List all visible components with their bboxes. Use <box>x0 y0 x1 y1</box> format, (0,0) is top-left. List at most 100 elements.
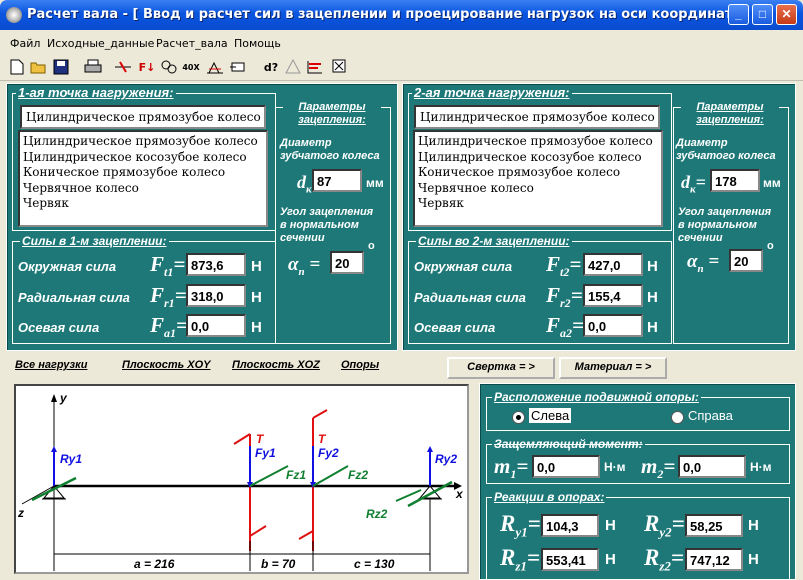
angle-label-2: Угол зацепления в нормальном сечении <box>678 206 772 244</box>
gear-type-combo-1[interactable]: Цилиндрическое прямозубое колесо <box>20 105 266 129</box>
menu-shaft-calc[interactable]: Расчет_вала <box>156 37 228 50</box>
mesh-params-1-title: Параметры зацепления: <box>283 101 381 127</box>
rz1-value[interactable]: 553,41 <box>541 548 599 571</box>
dimension-a: a = 216 <box>134 557 175 571</box>
axial-force-value-2[interactable]: 0,0 <box>583 314 643 337</box>
fz1-label: Fz1 <box>286 468 307 482</box>
list-item[interactable]: Червяк <box>23 196 263 212</box>
radio-right[interactable] <box>671 411 684 424</box>
force-unit: Н <box>251 258 262 275</box>
tab-supports[interactable]: Опоры <box>341 359 379 371</box>
chart-icon[interactable] <box>306 59 324 77</box>
radial-force-label-1: Радиальная сила <box>18 290 130 305</box>
gear-type-list-1[interactable]: Цилиндрическое прямозубое колесо Цилиндр… <box>18 130 268 227</box>
m2-input[interactable]: 0,0 <box>678 455 746 478</box>
y-axis-label: y <box>60 391 67 405</box>
list-item[interactable]: Цилиндрическое косозубое колесо <box>23 150 263 166</box>
list-item[interactable]: Цилиндрическое прямозубое колесо <box>418 134 658 150</box>
rz2-value[interactable]: 747,12 <box>685 548 743 571</box>
export-icon[interactable] <box>230 59 248 77</box>
diameter-unit-1: мм <box>366 176 384 190</box>
tab-plane-xoy[interactable]: Плоскость XOY <box>122 359 210 371</box>
shaft-diagram-svg <box>21 394 462 571</box>
tab-all-loads[interactable]: Все нагрузки <box>15 359 87 371</box>
axial-force-symbol-1: Fa1= <box>150 313 188 341</box>
tab-plane-xoz[interactable]: Плоскость XOZ <box>232 359 320 371</box>
moment-title: Защемляющий момент: <box>492 437 645 451</box>
angle-symbol-1: αn = <box>288 254 321 278</box>
diameter-icon[interactable]: d? <box>262 59 280 77</box>
x-axis-label: x <box>456 487 463 501</box>
list-item[interactable]: Коническое прямозубое колесо <box>418 165 658 181</box>
list-item[interactable]: Цилиндрическое прямозубое колесо <box>23 134 263 150</box>
gear-type-combo-2[interactable]: Цилиндрическое прямозубое колесо <box>414 105 660 129</box>
app-gear-icon[interactable] <box>6 7 22 23</box>
support-position-title: Расположение подвижной опоры: <box>492 390 701 404</box>
m1-symbol: m1= <box>494 454 529 482</box>
list-item[interactable]: Червячное колесо <box>418 181 658 197</box>
tangential-force-value-1[interactable]: 873,6 <box>186 253 246 276</box>
calc-icon[interactable] <box>114 59 132 77</box>
menu-file[interactable]: Файл <box>10 37 40 50</box>
list-item[interactable]: Коническое прямозубое колесо <box>23 165 263 181</box>
maximize-button[interactable]: □ <box>752 4 773 25</box>
dimension-b: b = 70 <box>261 557 296 571</box>
diameter-input-1[interactable]: 87 <box>312 169 362 192</box>
radial-force-symbol-2: Fr2= <box>546 283 583 311</box>
force-icon[interactable]: F↓ <box>138 59 156 77</box>
angle-input-1[interactable]: 20 <box>330 251 364 274</box>
ry2-value[interactable]: 58,25 <box>685 514 743 537</box>
diameter-symbol-2: dк= <box>681 172 706 196</box>
z-axis-line <box>21 485 55 505</box>
print-icon[interactable] <box>84 59 102 77</box>
menu-help[interactable]: Помощь <box>234 37 281 50</box>
tangential-force-label-1: Окружная сила <box>18 259 117 274</box>
graph-icon[interactable] <box>206 59 224 77</box>
close-button[interactable]: ✕ <box>776 4 797 25</box>
radio-left-label[interactable]: Слева <box>529 408 572 423</box>
dimension-c: c = 130 <box>354 557 395 571</box>
diameter-label-2: Диаметр зубчатого колеса <box>676 137 776 162</box>
rz2-label: Rz2 <box>366 507 388 521</box>
angle-input-2[interactable]: 20 <box>729 249 763 272</box>
axial-force-value-1[interactable]: 0,0 <box>186 314 246 337</box>
angle-symbol-2: αn = <box>687 251 720 275</box>
rz1-unit: Н <box>605 551 616 568</box>
ry1-value[interactable]: 104,3 <box>541 514 599 537</box>
open-icon[interactable] <box>30 59 48 77</box>
zoom-icon[interactable]: 40X <box>182 59 200 77</box>
list-item[interactable]: Червячное колесо <box>23 181 263 197</box>
minimize-button[interactable]: _ <box>728 4 749 25</box>
radio-left[interactable] <box>512 411 525 424</box>
radio-right-label[interactable]: Справа <box>688 408 733 423</box>
gear-type-list-2[interactable]: Цилиндрическое прямозубое колесо Цилиндр… <box>413 130 663 227</box>
radial-force-value-1[interactable]: 318,0 <box>186 284 246 307</box>
new-icon[interactable] <box>8 59 26 77</box>
tangential-force-value-2[interactable]: 427,0 <box>583 253 643 276</box>
material-button[interactable]: Материал = > <box>559 357 667 379</box>
radial-force-value-2[interactable]: 155,4 <box>583 284 643 307</box>
load-point-1-title: 1-ая точка нагружения: <box>16 85 176 100</box>
menu-input-data[interactable]: Исходные_данные <box>47 37 154 50</box>
close-icon[interactable] <box>330 59 348 77</box>
list-item[interactable]: Червяк <box>418 196 658 212</box>
tree-icon[interactable] <box>284 58 302 77</box>
force-unit: Н <box>647 319 658 336</box>
fz1-arrow <box>249 465 289 487</box>
list-item[interactable]: Цилиндрическое косозубое колесо <box>418 150 658 166</box>
tangential-force-symbol-1: Ft1= <box>150 252 186 280</box>
svertka-button[interactable]: Свертка = > <box>447 357 555 379</box>
diameter-label-1: Диаметр зубчатого колеса <box>280 137 380 162</box>
force-unit: Н <box>251 319 262 336</box>
fy2-label: Fy2 <box>318 446 339 460</box>
angle-unit-1: о <box>368 240 375 252</box>
rz1-symbol: Rz1= <box>500 545 541 574</box>
forces-2-title: Силы во 2-м зацеплении: <box>416 234 572 248</box>
fy1-label: Fy1 <box>255 446 276 460</box>
fz2-arrow <box>312 465 349 487</box>
save-icon[interactable] <box>52 59 70 77</box>
m1-input[interactable]: 0,0 <box>532 455 600 478</box>
diameter-input-2[interactable]: 178 <box>710 169 760 192</box>
link-icon[interactable] <box>160 59 178 77</box>
m2-symbol: m2= <box>641 454 676 482</box>
